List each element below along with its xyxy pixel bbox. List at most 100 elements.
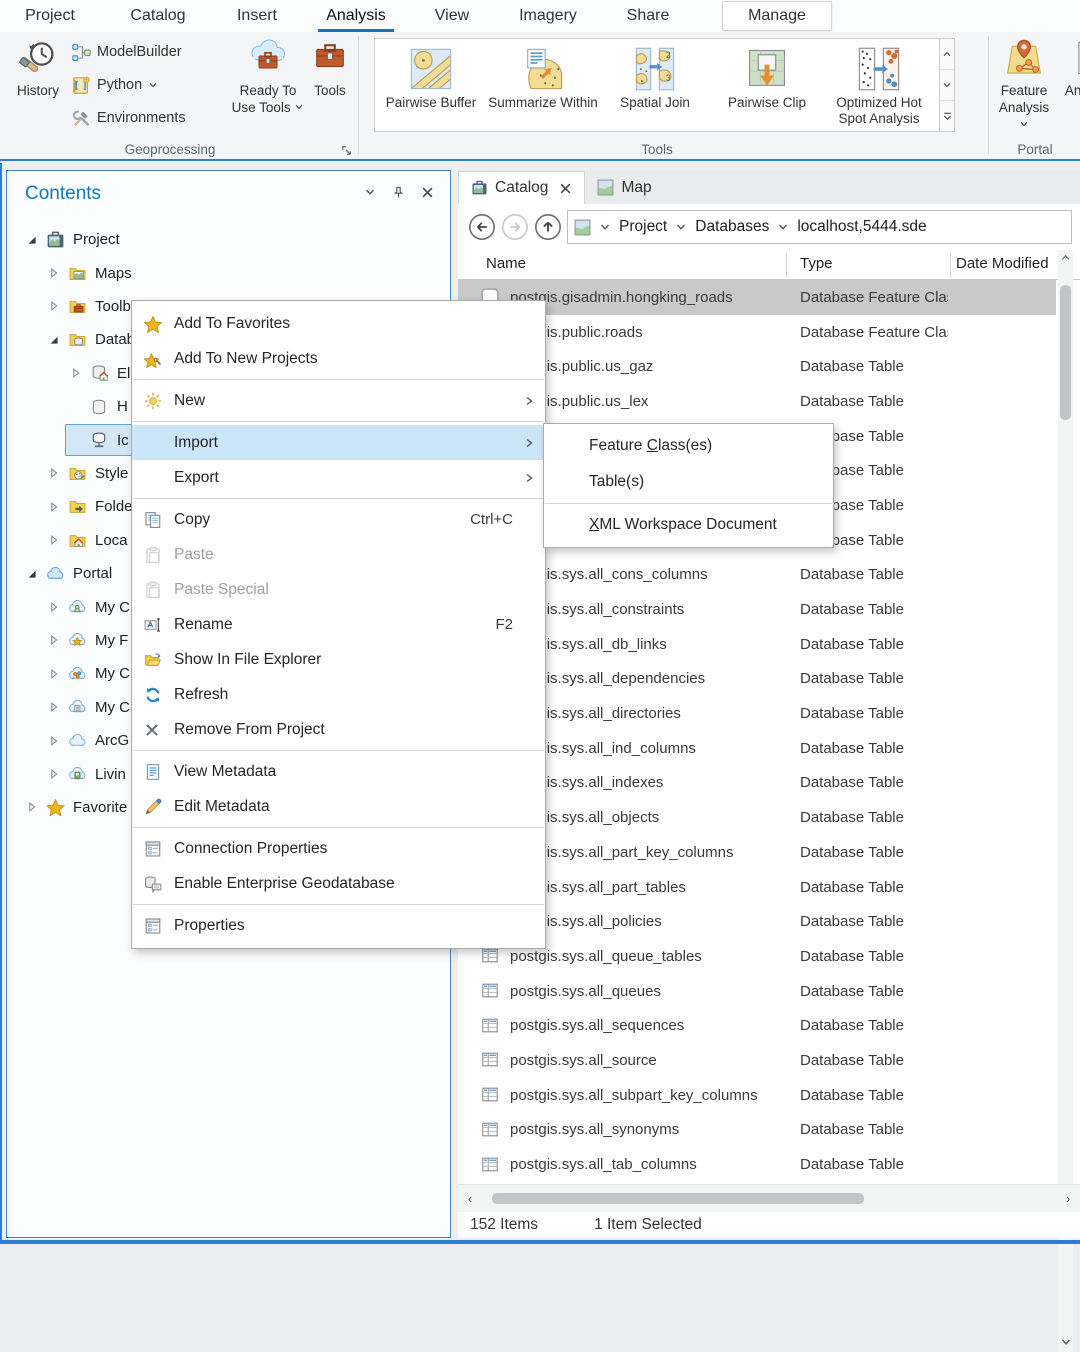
expand-arrow-icon[interactable] [47,468,61,478]
tab-manage[interactable]: Manage [722,1,832,31]
table-row[interactable]: postgis.sys.all_policiesDatabase Table [458,904,1056,939]
tab-share[interactable]: Share [616,0,680,32]
table-row[interactable]: postgis.sys.all_queuesDatabase Table [458,974,1056,1009]
table-row[interactable]: postgis.sys.all_dependenciesDatabase Tab… [458,662,1056,697]
submenu-item-xml-workspace-document[interactable]: XML Workspace Document [544,507,833,543]
gallery-item-spatial-join[interactable]: 23Spatial Join [599,39,711,111]
chevron-down-icon[interactable] [599,221,611,233]
gallery-item-summarize-within[interactable]: Summarize Within [487,39,599,111]
table-row[interactable]: postgis.sys.all_db_linksDatabase Table [458,627,1056,662]
expand-arrow-icon[interactable] [69,368,83,378]
forward-button[interactable] [501,213,529,241]
tab-imagery[interactable]: Imagery [510,0,586,32]
menu-item-refresh[interactable]: Refresh [132,677,545,712]
tree-item-project[interactable]: Project [9,223,120,256]
up-button[interactable] [534,213,562,241]
expand-arrow-icon[interactable] [25,802,39,812]
tree-item-my-c[interactable]: My C [9,691,130,724]
expand-arrow-icon[interactable] [47,736,61,746]
chevron-down-icon[interactable] [675,221,687,233]
environments-button[interactable]: Environments [72,106,186,130]
breadcrumb-path[interactable]: localhost,5444.sde [797,218,926,236]
table-row[interactable]: postgis.sys.all_cons_columnsDatabase Tab… [458,558,1056,593]
back-button[interactable] [468,213,496,241]
tab-view[interactable]: View [424,0,480,32]
expand-arrow-icon[interactable] [47,301,61,311]
table-row[interactable]: postgis.sys.all_tab_columnsDatabase Tabl… [458,1147,1056,1182]
breadcrumb-databases[interactable]: Databases [695,218,769,236]
column-header-date-modified[interactable]: Date Modified [956,255,1048,272]
dialog-launcher-icon[interactable] [340,144,353,157]
menu-item-rename[interactable]: RenameF2 [132,607,545,642]
close-icon[interactable] [559,182,572,195]
tree-item-folde[interactable]: Folde [9,490,133,523]
submenu-item-table-s[interactable]: Table(s) [544,464,833,500]
tab-project[interactable]: Project [12,0,88,32]
tree-item-loca[interactable]: Loca [9,524,128,557]
breadcrumb-project[interactable]: Project [619,218,667,236]
tree-item-toolb[interactable]: Toolb [9,290,131,323]
view-tab-catalog[interactable]: Catalog [458,171,585,204]
table-row[interactable]: postgis.sys.all_directoriesDatabase Tabl… [458,696,1056,731]
expand-arrow-icon[interactable] [47,669,61,679]
gallery-scroll-down[interactable] [940,70,954,101]
table-row[interactable]: postgis.sys.all_queue_tablesDatabase Tab… [458,939,1056,974]
table-row[interactable]: postgis.public.us_lexDatabase Table [458,384,1056,419]
collapse-arrow-icon[interactable] [47,335,61,345]
tree-item-datab[interactable]: Datab [9,323,135,356]
collapse-arrow-icon[interactable] [25,569,39,579]
horizontal-scrollbar[interactable]: ‹ › [458,1184,1080,1212]
scroll-down-icon[interactable] [1060,1336,1072,1348]
pane-menu-chevron-icon[interactable] [364,186,376,199]
horizontal-scroll-thumb[interactable] [492,1193,864,1204]
menu-item-add-to-favorites[interactable]: Add To Favorites [132,306,545,341]
tree-item-style[interactable]: Style [9,457,128,490]
menu-item-edit-metadata[interactable]: Edit Metadata [132,789,545,824]
expand-arrow-icon[interactable] [47,535,61,545]
tree-item-portal[interactable]: Portal [9,557,112,590]
tree-item-favorite[interactable]: Favorite [9,791,127,824]
expand-arrow-icon[interactable] [47,602,61,612]
table-row[interactable]: postgis.public.us_gazDatabase Table [458,349,1056,384]
tree-item-h[interactable]: H [9,390,128,423]
chevron-down-icon[interactable] [777,221,789,233]
menu-item-show-in-file-explorer[interactable]: Show In File Explorer [132,642,545,677]
menu-item-import[interactable]: Import [132,425,545,460]
scroll-right-icon[interactable]: › [1056,1191,1080,1206]
vertical-scroll-thumb[interactable] [1060,285,1071,420]
tab-insert[interactable]: Insert [226,0,288,32]
feature-analysis-button[interactable]: Feature Analysis [992,37,1056,134]
pin-icon[interactable] [392,186,405,199]
gallery-expand[interactable] [940,101,954,131]
table-row[interactable]: postgis.sys.all_part_key_columnsDatabase… [458,835,1056,870]
close-icon[interactable] [421,186,434,199]
scroll-left-icon[interactable]: ‹ [458,1191,482,1206]
expand-arrow-icon[interactable] [47,502,61,512]
tree-item-my-c[interactable]: My C [9,657,130,690]
table-row[interactable]: postgis.sys.all_synonymsDatabase Table [458,1113,1056,1148]
gallery-scroll-up[interactable] [940,39,954,70]
menu-item-new[interactable]: New [132,383,545,418]
location-bar[interactable]: Project Databases localhost,5444.sde [567,210,1072,244]
menu-item-view-metadata[interactable]: View Metadata [132,754,545,789]
tree-item-ic[interactable]: Ic [9,423,129,456]
table-row[interactable]: postgis.sys.all_sourceDatabase Table [458,1043,1056,1078]
ready-to-use-tools-button[interactable]: Ready To Use Tools [230,37,306,117]
table-row[interactable]: postgis.sys.all_sequencesDatabase Table [458,1008,1056,1043]
column-header-name[interactable]: Name [486,255,526,272]
table-row[interactable]: postgis.sys.all_constraintsDatabase Tabl… [458,592,1056,627]
modelbuilder-button[interactable]: ModelBuilder [72,40,182,64]
tab-analysis[interactable]: Analysis [316,0,396,32]
gallery-item-optimized-hot-spot-analysis[interactable]: Optimized Hot Spot Analysis [823,39,935,127]
python-button[interactable]: Python [72,73,158,97]
collapse-arrow-icon[interactable] [25,235,39,245]
table-row[interactable]: postgis.sys.all_subpart_key_columnsDatab… [458,1078,1056,1113]
column-header-type[interactable]: Type [800,255,833,272]
menu-item-remove-from-project[interactable]: Remove From Project [132,712,545,747]
table-row[interactable]: postgis.gisadmin.hongking_roadsDatabase … [458,280,1056,315]
raster-analysis-button-clipped[interactable]: Analysis [1060,37,1080,100]
tree-item-my-f[interactable]: My F [9,624,128,657]
scroll-up-icon[interactable] [1060,252,1071,263]
table-row[interactable]: postgis.sys.all_part_tablesDatabase Tabl… [458,870,1056,905]
expand-arrow-icon[interactable] [47,769,61,779]
